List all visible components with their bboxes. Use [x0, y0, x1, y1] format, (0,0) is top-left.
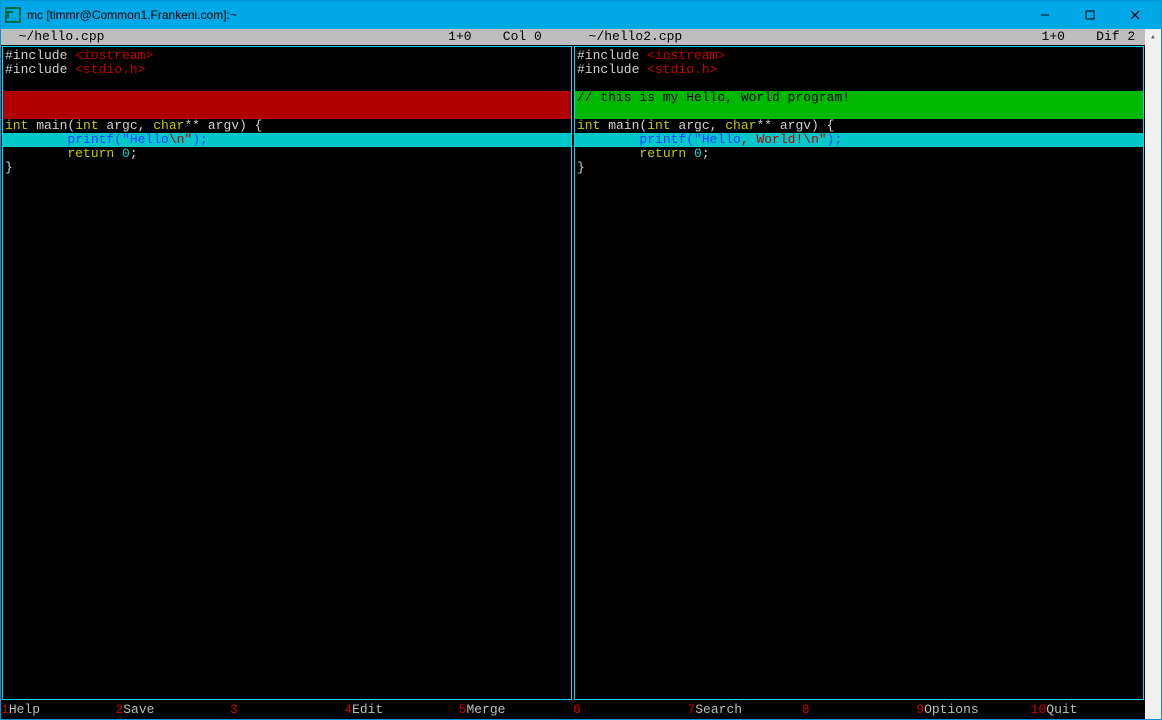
left-content[interactable]: #include <iostream>#include <stdio.h> in…	[3, 47, 571, 175]
right-pos: 1+0	[1042, 29, 1065, 45]
fkey-3[interactable]: 3	[230, 701, 344, 719]
window-title: mc [timmr@Common1.Frankeni.com]:~	[27, 8, 237, 22]
fkey-number: 2	[115, 701, 123, 719]
fkey-label: Edit	[352, 701, 383, 719]
fkey-8[interactable]: 8	[802, 701, 916, 719]
fkey-label: Merge	[466, 701, 505, 719]
code-line[interactable]: }	[3, 161, 571, 175]
fkey-number: 9	[916, 701, 924, 719]
code-line[interactable]	[575, 77, 1143, 91]
code-line[interactable]: }	[575, 161, 1143, 175]
right-content[interactable]: #include <iostream>#include <stdio.h> // …	[575, 47, 1143, 175]
left-pos: 1+0	[448, 29, 471, 45]
fkey-2[interactable]: 2Save	[115, 701, 229, 719]
fkey-number: 1	[1, 701, 9, 719]
left-pane[interactable]: #include <iostream>#include <stdio.h> in…	[2, 46, 572, 700]
scroll-up-button[interactable]: ▴	[1145, 29, 1161, 45]
code-line[interactable]: printf("Hello\n");	[3, 133, 571, 147]
fkey-4[interactable]: 4Edit	[344, 701, 458, 719]
right-filename: ~/hello2.cpp	[573, 29, 682, 45]
titlebar[interactable]: mc [timmr@Common1.Frankeni.com]:~	[1, 1, 1161, 29]
code-line[interactable]: return 0;	[3, 147, 571, 161]
left-filename: ~/hello.cpp	[3, 29, 104, 45]
fkey-number: 3	[230, 701, 238, 719]
fkey-9[interactable]: 9Options	[916, 701, 1030, 719]
fkey-label: Search	[695, 701, 742, 719]
code-line[interactable]	[3, 91, 571, 105]
status-left: ~/hello.cpp 1+0 Col 0	[3, 29, 573, 45]
right-pane[interactable]: #include <iostream>#include <stdio.h> // …	[574, 46, 1144, 700]
code-line[interactable]	[3, 77, 571, 91]
code-line[interactable]: #include <stdio.h>	[575, 63, 1143, 77]
fkey-label: Save	[123, 701, 154, 719]
code-line[interactable]: int main(int argc, char** argv) {	[3, 119, 571, 133]
code-line[interactable]	[575, 105, 1143, 119]
fkey-label: Options	[924, 701, 979, 719]
left-col: Col 0	[503, 29, 542, 45]
code-line[interactable]: return 0;	[575, 147, 1143, 161]
diff-panes: #include <iostream>#include <stdio.h> in…	[1, 45, 1145, 701]
vertical-scrollbar[interactable]: ▴	[1145, 29, 1161, 719]
app-icon	[5, 7, 21, 23]
fkey-10[interactable]: 10Quit	[1031, 701, 1145, 719]
fkey-number: 4	[344, 701, 352, 719]
code-line[interactable]: #include <iostream>	[3, 49, 571, 63]
fkey-number: 8	[802, 701, 810, 719]
fkey-label: Quit	[1046, 701, 1077, 719]
fkey-number: 7	[687, 701, 695, 719]
code-line[interactable]: // this is my Hello, World program!	[575, 91, 1143, 105]
fkey-number: 5	[459, 701, 467, 719]
code-line[interactable]: #include <stdio.h>	[3, 63, 571, 77]
code-line[interactable]: #include <iostream>	[575, 49, 1143, 63]
fkey-number: 6	[573, 701, 581, 719]
right-dif: Dif 2	[1096, 29, 1135, 45]
fkey-6[interactable]: 6	[573, 701, 687, 719]
code-line[interactable]: printf("Hello, World!\n");	[575, 133, 1143, 147]
fkey-5[interactable]: 5Merge	[459, 701, 573, 719]
fkey-7[interactable]: 7Search	[687, 701, 801, 719]
fkey-label: Help	[9, 701, 40, 719]
app-window: mc [timmr@Common1.Frankeni.com]:~ ~/hell…	[0, 0, 1162, 720]
scroll-track[interactable]	[1145, 45, 1161, 719]
status-right: ~/hello2.cpp 1+0 Dif 2	[573, 29, 1143, 45]
fkey-1[interactable]: 1Help	[1, 701, 115, 719]
code-line[interactable]	[3, 105, 571, 119]
code-line[interactable]: int main(int argc, char** argv) {	[575, 119, 1143, 133]
maximize-button[interactable]	[1067, 1, 1112, 29]
fkey-number: 10	[1031, 701, 1047, 719]
minimize-button[interactable]	[1022, 1, 1067, 29]
close-button[interactable]	[1112, 1, 1157, 29]
function-key-bar: 1Help2Save34Edit5Merge67Search89Options1…	[1, 701, 1145, 719]
status-bar: ~/hello.cpp 1+0 Col 0 ~/hello2.cpp 1+0 D…	[1, 29, 1145, 45]
